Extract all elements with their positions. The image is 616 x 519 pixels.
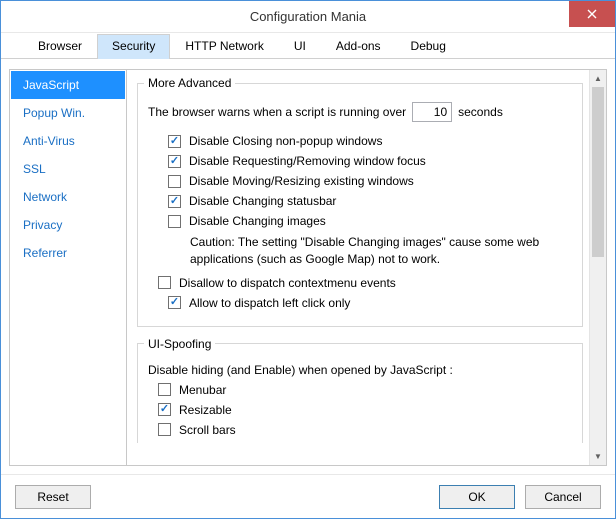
tabbar: Browser Security HTTP Network UI Add-ons…	[1, 33, 615, 59]
tab-http-network[interactable]: HTTP Network	[170, 34, 278, 59]
checkbox-resizable[interactable]	[158, 403, 171, 416]
warn-seconds-input[interactable]	[412, 102, 452, 122]
content: More Advanced The browser warns when a s…	[127, 70, 589, 465]
row-disable-focus: Disable Requesting/Removing window focus	[168, 154, 572, 168]
sidebar-item-anti-virus[interactable]: Anti-Virus	[11, 127, 125, 155]
window-title: Configuration Mania	[250, 9, 366, 24]
tab-addons[interactable]: Add-ons	[321, 34, 396, 59]
row-disable-move-resize: Disable Moving/Resizing existing windows	[168, 174, 572, 188]
row-disable-images: Disable Changing images	[168, 214, 572, 228]
ok-button[interactable]: OK	[439, 485, 515, 509]
checkbox-menubar[interactable]	[158, 383, 171, 396]
tab-security[interactable]: Security	[97, 34, 170, 59]
close-icon	[587, 9, 597, 19]
fieldset-ui-spoofing: UI-Spoofing Disable hiding (and Enable) …	[137, 337, 583, 443]
sidebar-item-popup-win[interactable]: Popup Win.	[11, 99, 125, 127]
label-allow-leftclick: Allow to dispatch left click only	[189, 296, 350, 310]
checkbox-allow-leftclick[interactable]	[168, 296, 181, 309]
row-menubar: Menubar	[158, 383, 572, 397]
label-disable-move-resize: Disable Moving/Resizing existing windows	[189, 174, 414, 188]
footer: Reset OK Cancel	[1, 474, 615, 518]
checkbox-disable-closing[interactable]	[168, 135, 181, 148]
tab-debug[interactable]: Debug	[396, 34, 461, 59]
close-button[interactable]	[569, 1, 615, 27]
reset-button[interactable]: Reset	[15, 485, 91, 509]
sidebar-item-referrer[interactable]: Referrer	[11, 239, 125, 267]
scroll-up-arrow-icon[interactable]: ▲	[590, 70, 606, 87]
checkbox-disable-statusbar[interactable]	[168, 195, 181, 208]
label-disable-closing: Disable Closing non-popup windows	[189, 134, 382, 148]
checkbox-disallow-contextmenu[interactable]	[158, 276, 171, 289]
label-scrollbars: Scroll bars	[179, 423, 236, 437]
scroll-thumb[interactable]	[592, 87, 604, 257]
body: JavaScript Popup Win. Anti-Virus SSL Net…	[1, 59, 615, 474]
vertical-scrollbar[interactable]: ▲ ▼	[589, 70, 606, 465]
titlebar: Configuration Mania	[1, 1, 615, 33]
caution-text: Caution: The setting "Disable Changing i…	[190, 234, 570, 268]
label-disable-focus: Disable Requesting/Removing window focus	[189, 154, 426, 168]
warn-row: The browser warns when a script is runni…	[148, 102, 572, 122]
tab-browser[interactable]: Browser	[23, 34, 97, 59]
warn-prefix-label: The browser warns when a script is runni…	[148, 105, 406, 119]
checkbox-disable-images[interactable]	[168, 215, 181, 228]
warn-suffix-label: seconds	[458, 105, 503, 119]
label-disable-images: Disable Changing images	[189, 214, 326, 228]
tab-ui[interactable]: UI	[279, 34, 321, 59]
legend-more-advanced: More Advanced	[144, 76, 235, 90]
label-menubar: Menubar	[179, 383, 226, 397]
row-disable-closing: Disable Closing non-popup windows	[168, 134, 572, 148]
sidebar-item-network[interactable]: Network	[11, 183, 125, 211]
row-allow-leftclick: Allow to dispatch left click only	[168, 296, 572, 310]
legend-ui-spoofing: UI-Spoofing	[144, 337, 215, 351]
sidebar-item-javascript[interactable]: JavaScript	[11, 71, 125, 99]
scroll-down-arrow-icon[interactable]: ▼	[590, 448, 606, 465]
label-disallow-contextmenu: Disallow to dispatch contextmenu events	[179, 276, 396, 290]
row-scrollbars: Scroll bars	[158, 423, 572, 437]
label-resizable: Resizable	[179, 403, 232, 417]
row-disable-statusbar: Disable Changing statusbar	[168, 194, 572, 208]
sidebar-item-privacy[interactable]: Privacy	[11, 211, 125, 239]
ui-spoofing-desc: Disable hiding (and Enable) when opened …	[148, 363, 572, 377]
row-resizable: Resizable	[158, 403, 572, 417]
checkbox-scrollbars[interactable]	[158, 423, 171, 436]
label-disable-statusbar: Disable Changing statusbar	[189, 194, 336, 208]
fieldset-more-advanced: More Advanced The browser warns when a s…	[137, 76, 583, 327]
sidebar: JavaScript Popup Win. Anti-Virus SSL Net…	[9, 69, 127, 466]
checkbox-disable-focus[interactable]	[168, 155, 181, 168]
cancel-button[interactable]: Cancel	[525, 485, 601, 509]
content-wrap: More Advanced The browser warns when a s…	[127, 69, 607, 466]
sidebar-item-ssl[interactable]: SSL	[11, 155, 125, 183]
checkbox-disable-move-resize[interactable]	[168, 175, 181, 188]
row-disallow-contextmenu: Disallow to dispatch contextmenu events	[158, 276, 572, 290]
config-window: Configuration Mania Browser Security HTT…	[0, 0, 616, 519]
